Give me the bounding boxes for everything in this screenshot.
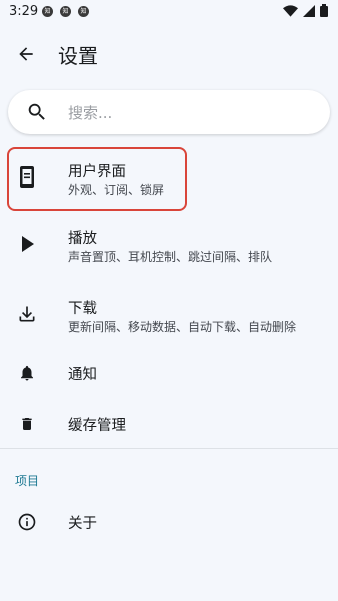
settings-item-notifications[interactable]: 通知 — [0, 350, 338, 394]
status-bar: 3:29 知 知 知 — [0, 0, 338, 24]
settings-item-playback[interactable]: 播放 声音置顶、耳机控制、跳过间隔、排队 — [0, 218, 338, 276]
settings-item-title: 播放 — [68, 231, 97, 247]
settings-item-title: 通知 — [68, 367, 97, 383]
page-title: 设置 — [58, 44, 98, 68]
app-bar: 设置 — [0, 30, 338, 76]
arrow-back-icon — [19, 47, 33, 61]
settings-item-subtitle: 声音置顶、耳机控制、跳过间隔、排队 — [68, 250, 273, 264]
trash-icon — [15, 412, 39, 436]
settings-item-title: 缓存管理 — [68, 418, 126, 434]
settings-item-cache-management[interactable]: 缓存管理 — [0, 402, 338, 446]
section-header-project: 项目 — [15, 474, 40, 488]
status-time: 3:29 — [9, 4, 39, 19]
divider — [0, 448, 338, 449]
settings-item-subtitle: 更新间隔、移动数据、自动下载、自动删除 — [68, 320, 297, 334]
notification-icon: 知 — [60, 6, 71, 17]
search-icon — [28, 103, 45, 120]
wifi-icon — [283, 4, 298, 17]
back-button[interactable] — [12, 40, 40, 68]
bell-icon — [15, 361, 39, 385]
highlight-box — [7, 147, 187, 211]
notification-icon: 知 — [42, 6, 53, 17]
search-placeholder: 搜索... — [68, 104, 113, 122]
settings-item-downloads[interactable]: 下载 更新间隔、移动数据、自动下载、自动删除 — [0, 288, 338, 346]
settings-item-title: 下载 — [68, 301, 97, 317]
info-icon — [15, 510, 39, 534]
settings-item-about[interactable]: 关于 — [0, 500, 338, 544]
status-icons — [283, 4, 328, 17]
search-input[interactable]: 搜索... — [8, 90, 330, 134]
battery-icon — [320, 4, 328, 17]
play-icon — [15, 232, 39, 256]
download-icon — [15, 302, 39, 326]
signal-icon — [303, 4, 315, 17]
notification-icon: 知 — [78, 6, 89, 17]
settings-item-title: 关于 — [68, 516, 97, 532]
